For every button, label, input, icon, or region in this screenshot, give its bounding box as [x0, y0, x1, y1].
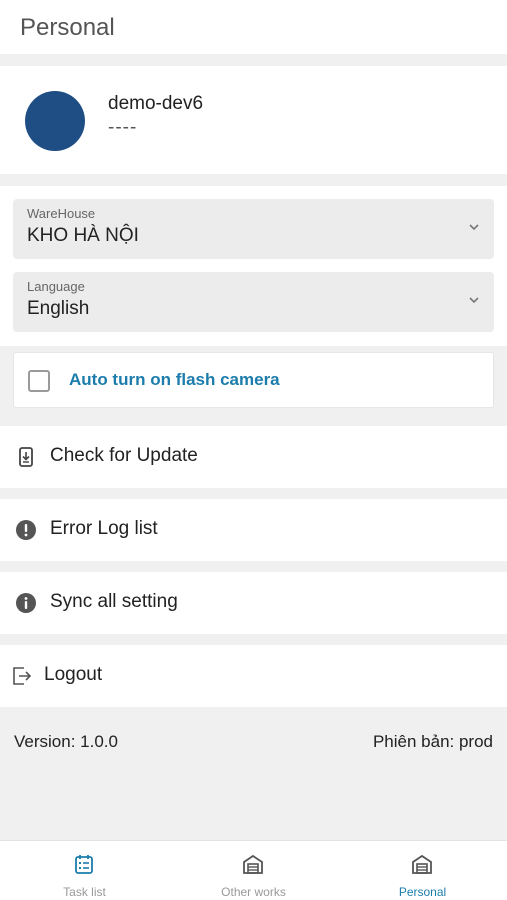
version-text: Version: 1.0.0 — [14, 732, 118, 751]
flash-camera-checkbox[interactable] — [28, 370, 50, 392]
language-label: Language — [27, 279, 85, 294]
profile-name: demo-dev6 — [108, 93, 204, 114]
phone-download-icon — [19, 447, 33, 467]
flash-camera-option[interactable]: Auto turn on flash camera — [13, 352, 494, 408]
warehouse-icon — [412, 854, 432, 874]
tab-other-works-label: Other works — [221, 885, 286, 899]
tab-task-list-label: Task list — [63, 885, 106, 899]
logout-label: Logout — [44, 664, 103, 685]
bottom-nav: Task list Other works Personal — [0, 840, 507, 900]
logout-item[interactable]: Logout — [0, 645, 507, 707]
settings-block: WareHouse KHO HÀ NỘI Language English — [0, 186, 507, 346]
app-header: Personal — [0, 0, 507, 54]
chevron-down-icon — [469, 297, 479, 304]
error-log-label: Error Log list — [50, 518, 158, 539]
info-circle-icon — [16, 593, 36, 613]
page-title: Personal — [20, 14, 115, 41]
language-value: English — [27, 298, 90, 319]
tab-personal[interactable]: Personal — [338, 841, 507, 900]
flash-section: Auto turn on flash camera — [0, 346, 507, 416]
profile-subtitle: ---- — [108, 117, 138, 138]
version-bar: Version: 1.0.0 Phiên bản: prod — [0, 722, 507, 762]
flash-camera-label[interactable]: Auto turn on flash camera — [69, 370, 280, 390]
warehouse-select[interactable]: WareHouse KHO HÀ NỘI — [13, 199, 494, 259]
tab-task-list[interactable]: Task list — [0, 841, 169, 900]
build-text: Phiên bản: prod — [372, 732, 493, 751]
warehouse-value: KHO HÀ NỘI — [27, 225, 139, 246]
check-update-item[interactable]: Check for Update — [0, 426, 507, 488]
task-list-icon — [75, 855, 93, 874]
language-select[interactable]: Language English — [13, 272, 494, 332]
error-log-item[interactable]: Error Log list — [0, 499, 507, 561]
tab-personal-label: Personal — [398, 885, 447, 899]
sync-setting-label: Sync all setting — [50, 591, 178, 612]
logout-icon — [13, 667, 32, 685]
chevron-down-icon — [469, 224, 479, 231]
sync-setting-item[interactable]: Sync all setting — [0, 572, 507, 634]
avatar — [25, 91, 85, 151]
warehouse-label: WareHouse — [27, 206, 96, 221]
exclamation-circle-icon — [16, 520, 36, 540]
check-update-label: Check for Update — [50, 445, 198, 466]
profile-card: demo-dev6 ---- — [0, 66, 507, 174]
tab-other-works[interactable]: Other works — [169, 841, 338, 900]
warehouse-icon — [243, 854, 263, 874]
